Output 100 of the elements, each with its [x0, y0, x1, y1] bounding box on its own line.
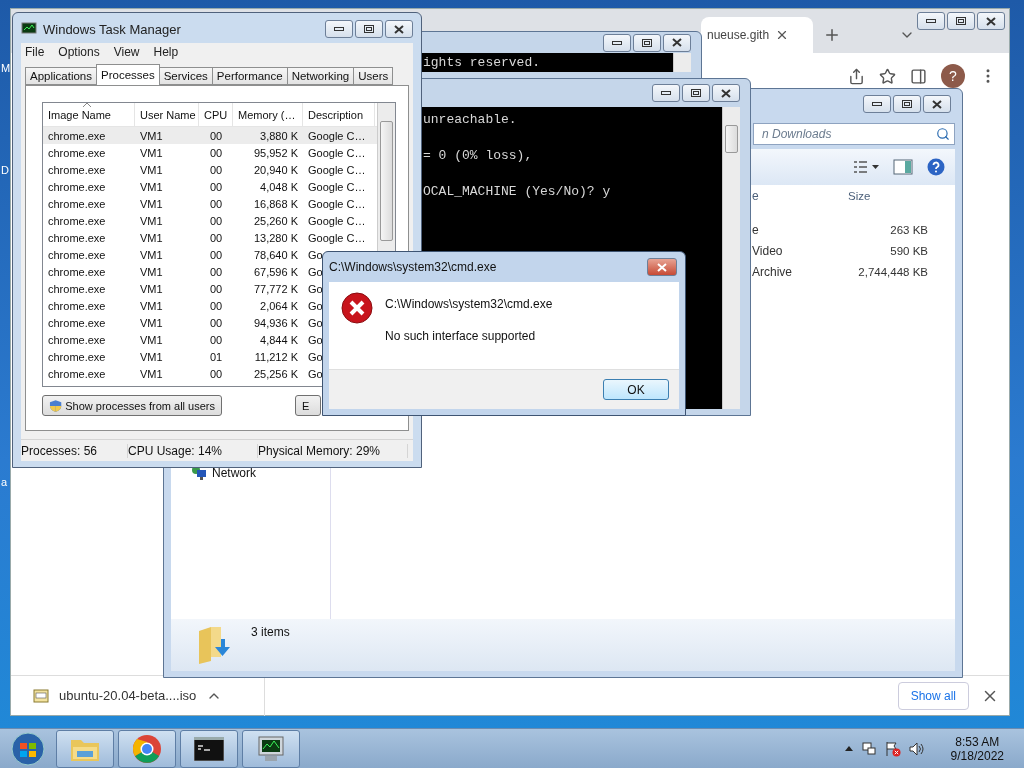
file-size-cell-text: 263 KB [889, 223, 928, 236]
description-cell-text: Google C… [307, 214, 367, 227]
description-cell-text: Go [307, 316, 324, 329]
process-row[interactable]: chrome.exe VM1 00 3,880 K Google C… [43, 127, 377, 144]
maximize-button[interactable] [633, 33, 661, 52]
image-name-cell-text: chrome.exe [47, 265, 107, 278]
process-row[interactable]: chrome.exe VM1 00 20,940 K Google C… [43, 161, 377, 178]
menu-item[interactable]: File [25, 45, 45, 59]
process-row[interactable]: chrome.exe VM1 00 13,280 K Google C… [43, 229, 377, 246]
image-name-cell-text: chrome.exe [47, 367, 107, 380]
scroll-thumb[interactable] [380, 121, 393, 241]
cpu-cell-text: 00 [208, 163, 224, 176]
close-button[interactable] [385, 20, 413, 38]
process-row[interactable]: chrome.exe VM1 00 4,048 K Google C… [43, 178, 377, 195]
close-icon [986, 16, 996, 26]
end-process-button[interactable]: E [295, 395, 321, 416]
close-icon [672, 38, 682, 47]
show-all-processes-button[interactable]: Show processes from all users [42, 395, 222, 416]
volume-icon[interactable] [908, 740, 925, 757]
close-button[interactable] [923, 95, 951, 113]
search-input[interactable]: n Downloads [760, 126, 936, 142]
dialog-message: No such interface supported [385, 329, 537, 343]
network-icon[interactable] [860, 740, 877, 757]
flag-icon[interactable] [884, 740, 901, 757]
image-name-cell-text: chrome.exe [47, 197, 107, 210]
image-name-cell-text: chrome.exe [47, 146, 107, 159]
tab[interactable]: Applications [25, 67, 97, 85]
memory-cell-text: 4,048 K [259, 180, 299, 193]
desktop-icon-label[interactable]: M [1, 62, 11, 74]
show-all-button[interactable]: Show all [897, 681, 969, 710]
taskbar-app-button[interactable] [242, 729, 300, 768]
image-name-cell-text: chrome.exe [47, 214, 107, 227]
item-count: 3 items [251, 625, 290, 639]
console-line: OCAL_MACHINE (Yes/No)? y [423, 183, 612, 201]
close-icon [394, 24, 404, 34]
column-header[interactable]: User Name [135, 103, 199, 126]
clock[interactable]: 8:53 AM 9/18/2022 [950, 734, 1004, 763]
close-button[interactable] [977, 12, 1005, 30]
status-text: CPU Usage: 14% [128, 443, 258, 458]
maximize-button[interactable] [947, 12, 975, 30]
minimize-button[interactable] [325, 20, 353, 38]
download-file-name[interactable]: ubuntu-20.04-beta....iso [59, 688, 197, 703]
user-name-cell-text: VM1 [139, 316, 164, 329]
menu-item[interactable]: View [113, 45, 140, 59]
column-header[interactable]: Description [303, 103, 375, 126]
user-name-cell-text: VM1 [139, 265, 164, 278]
desktop-icon-label[interactable]: a [1, 476, 8, 488]
side-panel-icon[interactable] [910, 67, 927, 85]
maximize-button[interactable] [355, 20, 383, 38]
close-button[interactable] [663, 33, 691, 52]
ok-button[interactable]: OK [603, 379, 669, 400]
view-list-icon[interactable] [853, 160, 879, 174]
cpu-cell-text: 00 [208, 180, 224, 193]
profile-avatar[interactable]: ? [941, 64, 965, 88]
show-hidden-icons-icon[interactable] [844, 746, 853, 751]
minimize-button[interactable] [917, 12, 945, 30]
tab[interactable]: Performance [211, 67, 288, 85]
search-icon [936, 127, 950, 141]
maximize-button[interactable] [682, 84, 710, 102]
cpu-cell-text: 00 [208, 367, 224, 380]
menu-item[interactable]: Help [153, 45, 179, 59]
user-name-cell-text: VM1 [139, 129, 164, 142]
taskbar-app-button[interactable] [180, 729, 238, 768]
process-row[interactable]: chrome.exe VM1 00 95,952 K Google C… [43, 144, 377, 161]
memory-cell-text: 4,844 K [259, 333, 299, 346]
new-tab-icon[interactable] [823, 26, 841, 44]
column-header[interactable]: CPU [199, 103, 233, 126]
column-header[interactable]: Size [848, 190, 928, 202]
tab[interactable]: Services [158, 67, 213, 85]
column-header[interactable]: Memory (… [233, 103, 303, 126]
memory-cell-text: 95,952 K [252, 146, 299, 159]
process-row[interactable]: chrome.exe VM1 00 16,868 K Google C… [43, 195, 377, 212]
image-name-cell-text: chrome.exe [47, 248, 107, 261]
minimize-button[interactable] [603, 33, 631, 52]
menu-item[interactable]: Options [58, 45, 100, 59]
scroll-thumb[interactable] [725, 125, 738, 153]
cpu-cell-text: 00 [208, 248, 224, 261]
tab[interactable]: Networking [286, 67, 355, 85]
monitor-icon [255, 734, 287, 763]
scrollbar[interactable] [673, 53, 691, 72]
minimize-button[interactable] [863, 95, 891, 113]
browser-tab[interactable]: nueuse.gith [701, 17, 813, 53]
column-header[interactable]: e [752, 189, 848, 203]
desktop-icon-label[interactable]: D [1, 164, 9, 176]
scrollbar[interactable] [722, 107, 740, 409]
bookmark-star-icon[interactable] [879, 67, 896, 85]
image-name-cell-text: chrome.exe [47, 333, 107, 346]
cpu-cell-text: 00 [208, 333, 224, 346]
search-box[interactable]: n Downloads [753, 123, 955, 145]
close-button[interactable] [712, 84, 740, 102]
process-row[interactable]: chrome.exe VM1 00 25,260 K Google C… [43, 212, 377, 229]
preview-pane-icon[interactable] [893, 159, 913, 175]
column-header[interactable]: Image Name [43, 103, 135, 126]
memory-cell-text: 13,280 K [252, 231, 299, 244]
maximize-button[interactable] [893, 95, 921, 113]
tab[interactable]: Users [353, 67, 394, 85]
tab[interactable]: Processes [96, 64, 160, 85]
help-icon[interactable] [927, 158, 945, 176]
share-icon[interactable] [848, 67, 865, 85]
minimize-button[interactable] [652, 84, 680, 102]
